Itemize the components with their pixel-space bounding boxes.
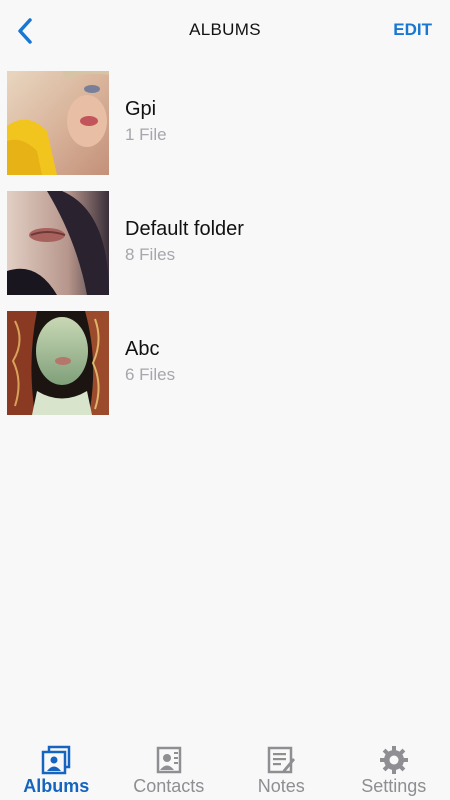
tab-settings[interactable]: Settings [338, 732, 450, 800]
tab-label: Contacts [133, 776, 205, 796]
tab-label: Settings [361, 776, 427, 796]
album-list: Gpi 1 File Default folder 8 Files Abc 6 … [0, 62, 450, 422]
album-item[interactable]: Abc 6 Files [0, 302, 450, 422]
album-thumbnail [7, 311, 109, 415]
album-thumbnail [7, 71, 109, 175]
contacts-icon [156, 746, 181, 774]
album-name: Gpi [125, 98, 157, 120]
album-item[interactable]: Gpi 1 File [0, 62, 450, 182]
tab-albums[interactable]: Albums [0, 732, 113, 800]
tab-notes[interactable]: Notes [225, 732, 338, 800]
edit-button[interactable]: EDIT [393, 20, 432, 40]
album-item[interactable]: Default folder 8 Files [0, 182, 450, 302]
albums-icon [42, 745, 71, 775]
tab-bar: Albums Contacts Notes Settings [0, 732, 450, 800]
album-name: Default folder [125, 218, 244, 240]
album-file-count: 1 File [125, 125, 167, 144]
tab-contacts[interactable]: Contacts [113, 732, 226, 800]
notes-icon [268, 746, 296, 774]
tab-label: Notes [257, 776, 305, 796]
album-file-count: 8 Files [125, 245, 176, 264]
page-title: ALBUMS [189, 20, 261, 39]
gear-icon [379, 746, 408, 774]
tab-label: Albums [23, 776, 90, 796]
album-thumbnail [7, 191, 109, 295]
album-file-count: 6 Files [125, 365, 176, 384]
album-name: Abc [125, 338, 160, 360]
header: ALBUMS EDIT [0, 0, 450, 62]
